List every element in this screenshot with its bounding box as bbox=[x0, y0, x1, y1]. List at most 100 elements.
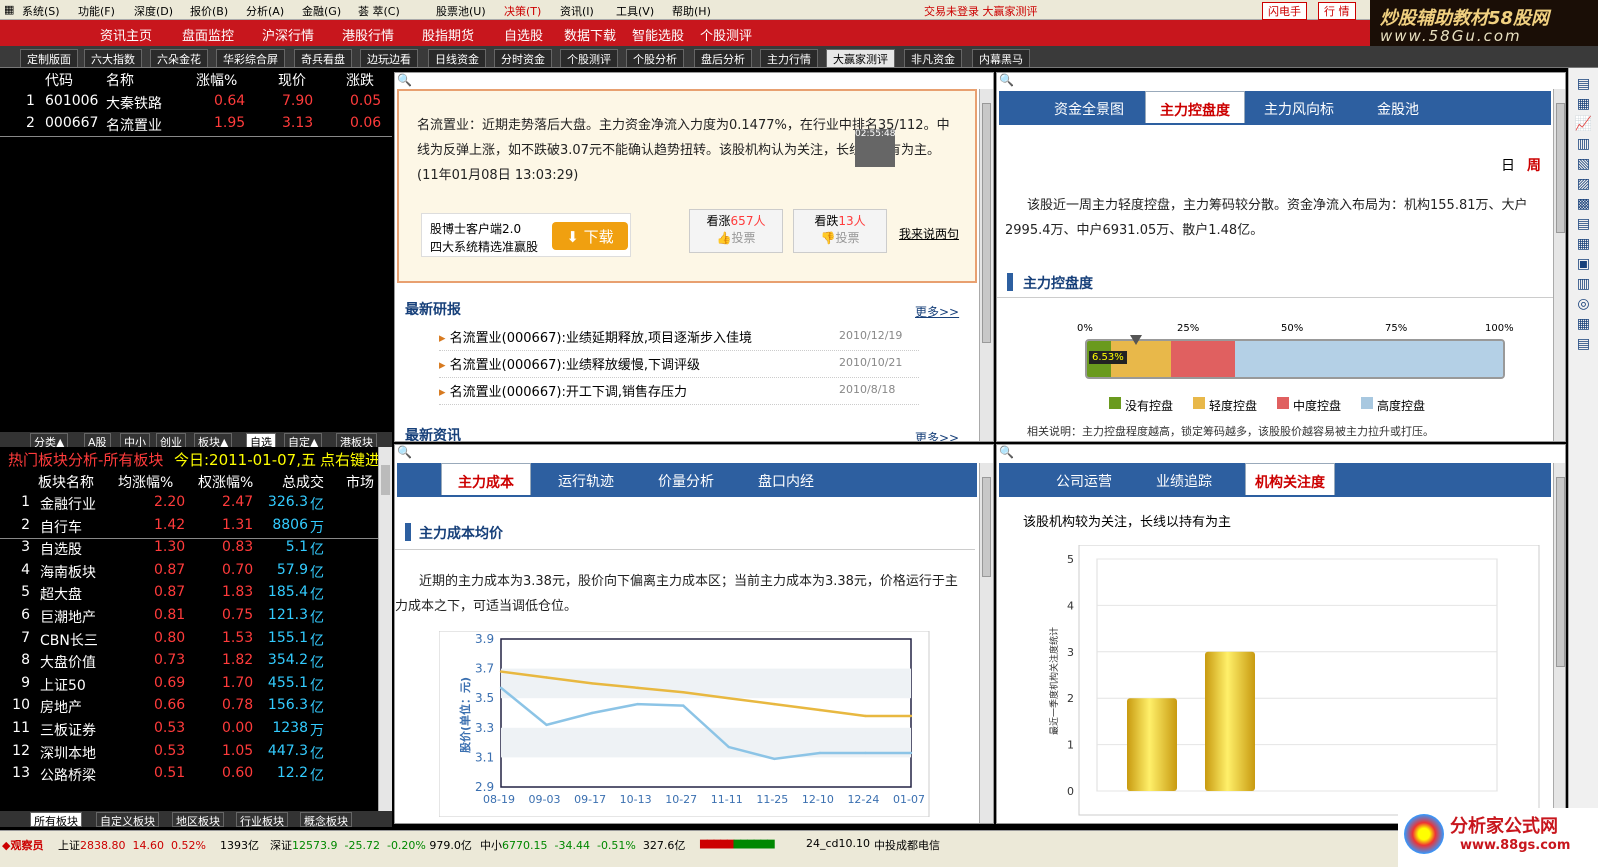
col-pct[interactable]: 涨幅% bbox=[196, 70, 237, 90]
toolbar-menu-icon[interactable]: ▤ bbox=[1569, 334, 1598, 354]
research-more-link[interactable]: 更多>> bbox=[915, 303, 959, 320]
tab-daily-fund[interactable]: 日线资金 bbox=[428, 49, 486, 67]
magnifier-icon[interactable]: 🔍 bbox=[397, 73, 412, 87]
tab-all-sectors[interactable]: 所有板块 bbox=[30, 812, 82, 828]
research-link[interactable]: 名流置业(000667):业绩延期释放,项目逐渐步入佳境 bbox=[450, 331, 752, 346]
tab-a-share[interactable]: A股 bbox=[84, 433, 111, 449]
table-row[interactable]: 13 公路桥梁 0.51 0.60 12.2 亿 bbox=[0, 765, 378, 787]
toolbar-func-icon[interactable]: ▣ bbox=[1569, 254, 1598, 274]
tab-category[interactable]: 分类▲ bbox=[30, 433, 69, 449]
research-link[interactable]: 名流置业(000667):开工下调,销售存压力 bbox=[450, 385, 687, 400]
nav-home[interactable]: 资讯主页 bbox=[100, 25, 152, 44]
flash-button[interactable]: 闪电手 bbox=[1262, 2, 1307, 20]
nav-download[interactable]: 数据下载 bbox=[564, 25, 616, 44]
tab-fund[interactable]: 非凡资金 bbox=[904, 49, 962, 67]
magnifier-icon[interactable]: 🔍 bbox=[397, 445, 412, 459]
scroll-thumb[interactable] bbox=[1556, 477, 1565, 667]
ad-banner[interactable]: 股博士客户端2.0 四大系统精选准赢股 ⬇ 下载 bbox=[421, 213, 631, 257]
menu-stockpool[interactable]: 股票池(U) bbox=[436, 3, 486, 19]
tab-indices[interactable]: 六大指数 bbox=[84, 49, 142, 67]
nav-evaluate[interactable]: 个股测评 bbox=[700, 25, 752, 44]
tab-industry-sectors[interactable]: 行业板块 bbox=[236, 812, 288, 828]
col-price[interactable]: 现价 bbox=[278, 70, 306, 90]
tab-play[interactable]: 边玩边看 bbox=[360, 49, 418, 67]
sz-index[interactable]: 深证12573.9 -25.72 -0.20% 979.0亿 bbox=[270, 837, 472, 853]
news-more-link[interactable]: 更多>> bbox=[915, 429, 959, 441]
tab-custom-sectors[interactable]: 自定义板块 bbox=[96, 812, 159, 828]
table-row[interactable]: 5 超大盘 0.87 1.83 185.4 亿 bbox=[0, 584, 378, 606]
table-row[interactable]: 10 房地产 0.66 0.78 156.3 亿 bbox=[0, 697, 378, 719]
menu-info[interactable]: 资讯(I) bbox=[560, 3, 594, 19]
tab-region-sectors[interactable]: 地区板块 bbox=[172, 812, 224, 828]
menu-tools[interactable]: 工具(V) bbox=[616, 3, 654, 19]
col-name[interactable]: 名称 bbox=[106, 70, 134, 90]
nav-shsz[interactable]: 沪深行情 bbox=[262, 25, 314, 44]
tab-institution[interactable]: 机构关注度 bbox=[1245, 463, 1335, 495]
cost-scrollbar[interactable] bbox=[979, 463, 993, 823]
toolbar-note-icon[interactable]: ▤ bbox=[1569, 214, 1598, 234]
sh-index[interactable]: 上证2838.80 14.60 0.52% 1393亿 bbox=[58, 837, 259, 853]
magnifier-icon[interactable]: 🔍 bbox=[999, 73, 1014, 87]
tab-wind-vane[interactable]: 主力风向标 bbox=[1249, 91, 1349, 123]
col-weighted-pct[interactable]: 权涨幅% bbox=[198, 472, 253, 492]
video-thumbnail[interactable]: 02:55:48 bbox=[855, 129, 895, 167]
toolbar-formula-icon[interactable]: ▦ bbox=[1569, 234, 1598, 254]
table-row[interactable]: 1 601006 大秦铁路 0.64 7.90 0.05 bbox=[0, 93, 392, 115]
tab-winner[interactable]: 大赢家测评 bbox=[826, 49, 895, 67]
scroll-thumb[interactable] bbox=[982, 103, 991, 343]
nav-hk[interactable]: 港股行情 bbox=[342, 25, 394, 44]
tab-capital-overview[interactable]: 资金全景图 bbox=[1039, 91, 1139, 123]
tab-custom[interactable]: 定制版面 bbox=[20, 49, 78, 67]
menu-icon[interactable]: ▦ bbox=[4, 3, 14, 16]
tab-operations[interactable]: 公司运营 bbox=[1039, 463, 1129, 495]
tab-sector[interactable]: 板块▲ bbox=[194, 433, 233, 449]
table-row[interactable]: 7 CBN长三 0.80 1.53 155.1 亿 bbox=[0, 630, 378, 652]
capital-scrollbar[interactable] bbox=[1553, 89, 1565, 441]
table-row[interactable]: 2 自行车 1.42 1.31 8806 万 bbox=[0, 517, 378, 539]
tab-army[interactable]: 奇兵看盘 bbox=[294, 49, 352, 67]
table-row[interactable]: 4 海南板块 0.87 0.70 57.9 亿 bbox=[0, 562, 378, 584]
table-row[interactable]: 6 巨潮地产 0.81 0.75 121.3 亿 bbox=[0, 607, 378, 629]
nav-monitor[interactable]: 盘面监控 bbox=[182, 25, 234, 44]
tab-performance[interactable]: 业绩追踪 bbox=[1139, 463, 1229, 495]
table-row[interactable]: 11 三板证券 0.53 0.00 1238 万 bbox=[0, 720, 378, 742]
table-row[interactable]: 1 金融行业 2.20 2.47 326.3 亿 bbox=[0, 494, 378, 516]
scroll-thumb[interactable] bbox=[1556, 103, 1565, 233]
trade-status[interactable]: 交易未登录 大赢家测评 bbox=[924, 3, 1038, 19]
col-change[interactable]: 涨跌 bbox=[346, 70, 374, 90]
menu-function[interactable]: 功能(F) bbox=[78, 3, 115, 19]
tab-main-cost[interactable]: 主力成本 bbox=[441, 463, 531, 495]
col-volume[interactable]: 总成交 bbox=[282, 472, 324, 492]
col-avg-pct[interactable]: 均涨幅% bbox=[118, 472, 173, 492]
summary-scrollbar[interactable] bbox=[979, 89, 993, 441]
tab-hk-sector[interactable]: 港板块 bbox=[336, 433, 377, 449]
col-code[interactable]: 代码 bbox=[45, 70, 73, 90]
tab-trajectory[interactable]: 运行轨迹 bbox=[541, 463, 631, 495]
menu-finance[interactable]: 金融(G) bbox=[302, 3, 341, 19]
vote-up-box[interactable]: 看涨657人 👍投票 bbox=[689, 209, 783, 253]
toolbar-f10-icon[interactable]: ▨ bbox=[1569, 174, 1598, 194]
tab-main-force[interactable]: 主力行情 bbox=[760, 49, 818, 67]
menu-quote[interactable]: 报价(B) bbox=[190, 3, 228, 19]
period-week[interactable]: 周 bbox=[1527, 155, 1541, 175]
table-row[interactable]: 3 自选股 1.30 0.83 5.1 亿 bbox=[0, 539, 378, 561]
tab-watchlist[interactable]: 自选 bbox=[246, 433, 276, 449]
zx-index[interactable]: 中小6770.15 -34.44 -0.51% 327.6亿 bbox=[480, 837, 685, 853]
institution-scrollbar[interactable] bbox=[1553, 463, 1565, 823]
toolbar-trend-icon[interactable]: 📈 bbox=[1569, 114, 1598, 134]
toolbar-grid-icon[interactable]: ▥ bbox=[1569, 274, 1598, 294]
toolbar-kline-icon[interactable]: ▥ bbox=[1569, 134, 1598, 154]
toolbar-list-icon[interactable]: ▤ bbox=[1569, 74, 1598, 94]
table-row[interactable]: 8 大盘价值 0.73 1.82 354.2 亿 bbox=[0, 652, 378, 674]
table-row[interactable]: 12 深圳本地 0.53 1.05 447.3 亿 bbox=[0, 743, 378, 765]
tab-insider[interactable]: 内幕黑马 bbox=[972, 49, 1030, 67]
table-row[interactable]: 2 000667 名流置业 1.95 3.13 0.06 bbox=[0, 115, 392, 137]
sector-scrollbar[interactable] bbox=[378, 447, 392, 811]
tab-flowers[interactable]: 六朵金花 bbox=[150, 49, 208, 67]
tab-stock-analysis[interactable]: 个股分析 bbox=[626, 49, 684, 67]
tab-control-degree[interactable]: 主力控盘度 bbox=[1145, 91, 1245, 123]
col-market[interactable]: 市场 bbox=[346, 472, 374, 492]
menu-system[interactable]: 系统(S) bbox=[22, 3, 60, 19]
download-button[interactable]: ⬇ 下载 bbox=[552, 222, 628, 250]
nav-futures[interactable]: 股指期货 bbox=[422, 25, 474, 44]
